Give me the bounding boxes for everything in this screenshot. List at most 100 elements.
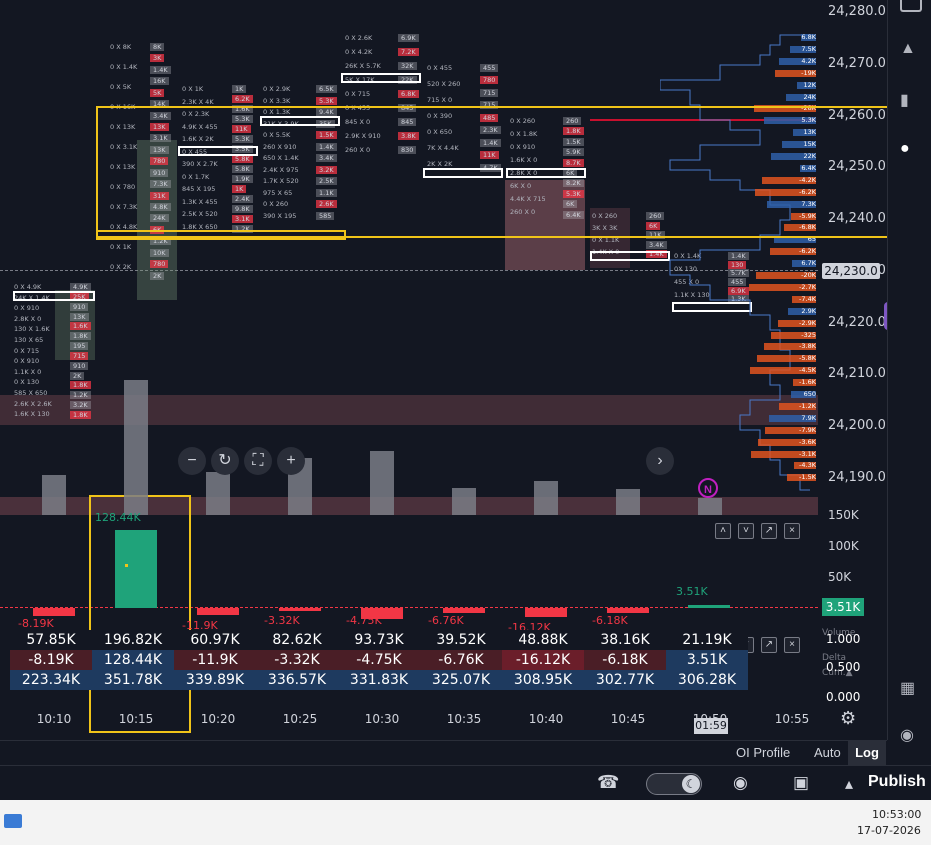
video-camera-icon[interactable]: ▣ — [793, 773, 809, 793]
footprint-volume: 910 — [70, 361, 89, 370]
time-label: 10:10 — [36, 712, 72, 726]
footprint-volume: 715 — [480, 88, 499, 97]
footprint-volume: 1K — [232, 85, 247, 93]
stats-cell-delta: -4.75K — [338, 650, 420, 670]
profile-value-label: 6.8K — [801, 33, 816, 41]
zoom-in-button[interactable]: + — [277, 447, 305, 475]
footprint-bidask: 0 X 5K — [110, 83, 132, 91]
profile-value-label: -19K — [801, 68, 816, 77]
stats-cell-delta: 3.51K — [666, 650, 748, 670]
delta-bar-label: -8.19K — [18, 617, 54, 630]
log-scale-button[interactable]: Log — [848, 741, 886, 765]
profile-value-label: -3.6K — [799, 437, 816, 446]
pane-close-button[interactable]: × — [784, 523, 800, 539]
footprint-volume: 455 — [480, 64, 499, 72]
scroll-right-button[interactable]: › — [646, 447, 674, 475]
publish-button[interactable]: Publish — [868, 773, 926, 791]
time-label: 10:45 — [610, 712, 646, 726]
news-marker[interactable]: N — [698, 478, 718, 498]
footprint-volume: 10K — [150, 248, 169, 257]
stats-row-cum: 223.34K 351.78K 339.89K 336.57K 331.83K 325.0… — [0, 670, 760, 690]
stats-cell-volume: 39.52K — [420, 630, 502, 650]
time-label: 10:20 — [200, 712, 236, 726]
time-label: 10:55 — [774, 712, 810, 726]
profile-value-label: -7.4K — [799, 294, 816, 303]
delta-bar-label: -3.32K — [264, 614, 300, 627]
reset-chart-button[interactable]: ↻ — [211, 447, 239, 475]
footprint-bidask: 0 X 130 — [14, 378, 40, 387]
footprint-bidask: 0 X 910 — [14, 357, 40, 366]
stats-cell-volume: 93.73K — [338, 630, 420, 650]
volume-tick-label: 50K — [828, 570, 852, 584]
stats-cell-delta: -11.9K — [174, 650, 256, 670]
profile-value-label: 24K — [803, 92, 816, 101]
calendar-top-icon[interactable] — [900, 0, 922, 12]
footprint-volume: 6.9K — [398, 34, 419, 42]
volume-bar — [206, 472, 230, 515]
footprint-bidask: 1.1K X 0 — [14, 367, 42, 376]
current-price-label: 24,230.0 — [822, 263, 880, 279]
footprint-bidask: 0 X 715 — [345, 90, 371, 98]
camera-icon[interactable]: ◉ — [733, 773, 748, 793]
profile-value-label: 2.9K — [801, 306, 816, 315]
profile-value-label: -3.1K — [799, 449, 816, 458]
price-tick-label: 24,190.0 — [828, 470, 886, 485]
delta-bar-marker — [125, 564, 128, 567]
highlight-box-upper — [96, 106, 901, 238]
profile-value-label: -7.9K — [799, 425, 816, 434]
delta-bar — [607, 608, 649, 613]
stats-cell-cum: 306.28K — [666, 670, 748, 690]
ideas-icon[interactable]: ▲ — [900, 40, 916, 58]
footprint-volume: 4.9K — [70, 283, 91, 291]
stats-cell-cum: 308.95K — [502, 670, 584, 690]
bottom-toolbar: ☎ ☾ ◉ ▣ ▴ Publish — [0, 765, 931, 800]
profile-value-label: 650 — [803, 390, 816, 398]
price-tick-label: 24,280.0 — [828, 4, 886, 19]
stats-side-value: 0.500 — [826, 660, 861, 674]
watchlist-icon[interactable]: ● — [900, 140, 910, 158]
footprint-bidask: 0 X 1K — [182, 85, 204, 93]
footprint-bidask: 26K X 5.7K — [345, 62, 381, 70]
pane-maximize-button[interactable]: ↗ — [761, 523, 777, 539]
price-tick-label: 24,240.0 — [828, 211, 886, 226]
oi-profile-button[interactable]: OI Profile — [736, 745, 790, 760]
volume-bar — [370, 451, 394, 515]
price-tick-label: 24,270.0 — [828, 56, 886, 71]
price-scale[interactable]: 24,280.0 24,270.0 24,260.0 24,250.0 24,240.0… — [818, 0, 886, 500]
zoom-out-button[interactable]: − — [178, 447, 206, 475]
os-taskbar: 10:53:00 17-07-2026 — [0, 800, 931, 845]
calendar-icon[interactable]: ▦ — [900, 678, 915, 698]
footprint-bidask: 0 X 3.3K — [263, 96, 291, 105]
stats-maximize-button[interactable]: ↗ — [761, 637, 777, 653]
time-label: 10:25 — [282, 712, 318, 726]
profile-value-label: -1.6K — [799, 378, 816, 387]
pane-up-button[interactable]: ˄ — [715, 523, 731, 539]
time-label: 10:35 — [446, 712, 482, 726]
delta-bar-label: -4.75K — [346, 614, 382, 627]
time-label: 10:40 — [528, 712, 564, 726]
auto-scale-button[interactable]: Auto — [814, 745, 841, 760]
profile-value-label: -4.3K — [799, 461, 816, 470]
support-icon[interactable]: ☎ — [597, 772, 619, 793]
delta-bar — [279, 608, 321, 611]
fullscreen-button[interactable]: ⛶ — [244, 447, 272, 475]
bell-icon[interactable]: ◉ — [900, 725, 914, 745]
bookmarks-icon[interactable]: ▮ — [900, 90, 909, 110]
price-tick-label: 24,250.0 — [828, 159, 886, 174]
footprint-volume: 1.4K — [150, 65, 171, 74]
volume-bar — [42, 475, 66, 515]
footprint-bidask: 0 X 2.6K — [345, 34, 373, 42]
footprint-volume: 3.2K — [70, 401, 91, 410]
footprint-bidask: 2.8K X 0 — [14, 314, 42, 323]
settings-gear-icon[interactable]: ⚙ — [840, 708, 856, 729]
stats-cell-cum: 339.89K — [174, 670, 256, 690]
footprint-bidask: 0 X 1.4K — [110, 63, 138, 71]
footprint-volume: 7.2K — [398, 48, 419, 56]
price-tick-label: 24,260.0 — [828, 108, 886, 123]
network-icon[interactable] — [4, 814, 22, 828]
stats-close-button[interactable]: × — [784, 637, 800, 653]
pane-down-button[interactable]: ˅ — [738, 523, 754, 539]
delta-bar — [33, 608, 75, 616]
footprint-volume: 1.8K — [70, 332, 91, 341]
footprint-volume: 780 — [150, 260, 169, 269]
